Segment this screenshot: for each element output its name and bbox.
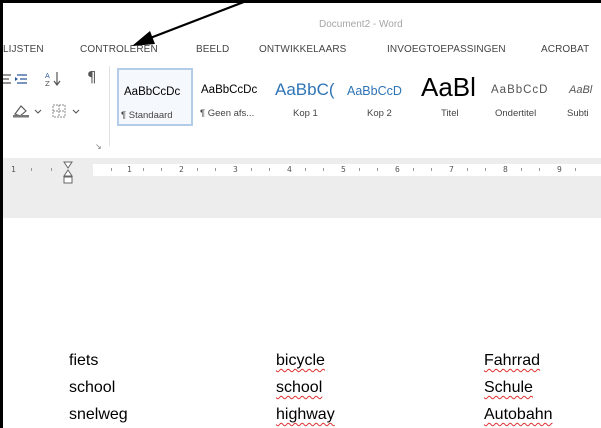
annotation-arrow-icon (132, 0, 250, 46)
